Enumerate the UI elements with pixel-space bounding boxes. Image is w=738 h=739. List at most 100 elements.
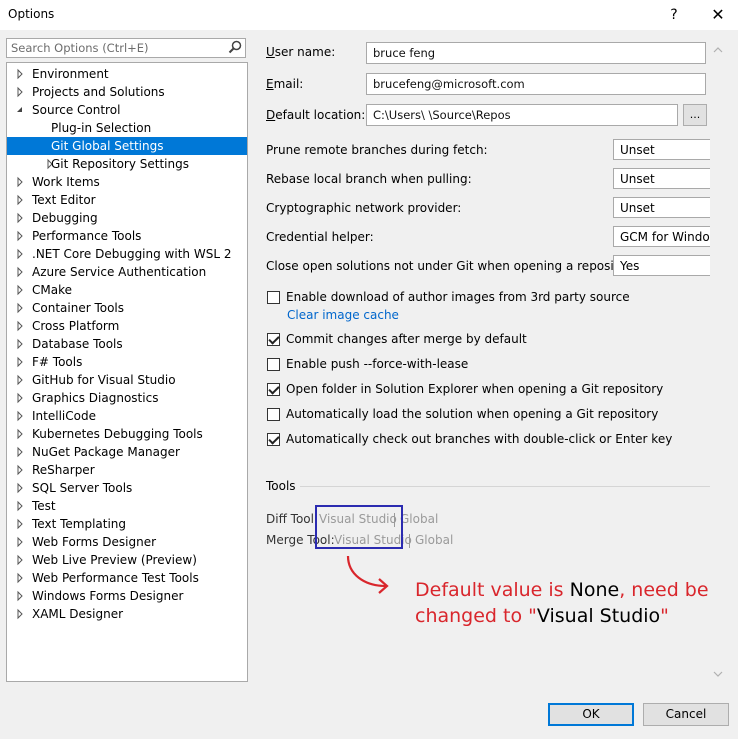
browse-button[interactable]: ... [683, 104, 707, 126]
checkbox-label[interactable]: Automatically check out branches with do… [286, 432, 672, 446]
checkbox[interactable] [267, 291, 280, 304]
checkbox-label[interactable]: Enable push --force-with-lease [286, 357, 468, 371]
tree-item[interactable]: Source Control [7, 101, 247, 119]
checkbox-label[interactable]: Automatically load the solution when ope… [286, 407, 658, 421]
tree-item[interactable]: F# Tools [7, 353, 247, 371]
tree-item-label: Projects and Solutions [32, 85, 165, 99]
collapsed-arrow-icon[interactable] [15, 317, 25, 335]
tree-item[interactable]: Git Global Settings [7, 137, 247, 155]
collapsed-arrow-icon[interactable] [15, 425, 25, 443]
tree-item[interactable]: .NET Core Debugging with WSL 2 [7, 245, 247, 263]
cancel-button[interactable]: Cancel [643, 703, 729, 726]
checkbox[interactable] [267, 433, 280, 446]
search-input[interactable] [7, 39, 225, 57]
collapsed-arrow-icon[interactable] [15, 551, 25, 569]
collapsed-arrow-icon[interactable] [15, 173, 25, 191]
credential-select[interactable]: GCM for Windows [613, 226, 710, 247]
collapsed-arrow-icon[interactable] [15, 461, 25, 479]
collapsed-arrow-icon[interactable] [15, 65, 25, 83]
search-icon[interactable] [228, 40, 242, 54]
collapsed-arrow-icon[interactable] [15, 245, 25, 263]
checkbox-label[interactable]: Open folder in Solution Explorer when op… [286, 382, 663, 396]
clear-image-cache-link[interactable]: Clear image cache [287, 308, 399, 322]
merge-tool-global[interactable]: Global [415, 533, 453, 547]
collapsed-arrow-icon[interactable] [15, 209, 25, 227]
prune-select[interactable]: Unset [613, 139, 710, 160]
collapsed-arrow-icon[interactable] [15, 389, 25, 407]
collapsed-arrow-icon[interactable] [15, 515, 25, 533]
tree-item[interactable]: GitHub for Visual Studio [7, 371, 247, 389]
tools-divider [300, 486, 710, 487]
collapsed-arrow-icon[interactable] [15, 533, 25, 551]
tree-item[interactable]: Azure Service Authentication [7, 263, 247, 281]
tree-item[interactable]: Web Forms Designer [7, 533, 247, 551]
tree-item-label: CMake [32, 283, 72, 297]
tree-item[interactable]: Text Templating [7, 515, 247, 533]
close-open-select[interactable]: Yes [613, 255, 710, 276]
collapsed-arrow-icon[interactable] [15, 407, 25, 425]
collapsed-arrow-icon[interactable] [15, 569, 25, 587]
tree-item[interactable]: Container Tools [7, 299, 247, 317]
tree-item[interactable]: ReSharper [7, 461, 247, 479]
collapsed-arrow-icon[interactable] [15, 299, 25, 317]
tree-item[interactable]: Web Live Preview (Preview) [7, 551, 247, 569]
tree-item[interactable]: NuGet Package Manager [7, 443, 247, 461]
collapsed-arrow-icon[interactable] [15, 587, 25, 605]
scroll-down-icon[interactable] [713, 670, 723, 678]
checkbox-label[interactable]: Commit changes after merge by default [286, 332, 527, 346]
checkbox[interactable] [267, 333, 280, 346]
ok-button[interactable]: OK [548, 703, 634, 726]
expanded-arrow-icon[interactable] [15, 101, 25, 119]
collapsed-arrow-icon[interactable] [15, 497, 25, 515]
tree-item[interactable]: XAML Designer [7, 605, 247, 623]
tree-item[interactable]: Test [7, 497, 247, 515]
tree-item[interactable]: Text Editor [7, 191, 247, 209]
tree-item[interactable]: Web Performance Test Tools [7, 569, 247, 587]
crypto-select[interactable]: Unset [613, 197, 710, 218]
tree-item[interactable]: Projects and Solutions [7, 83, 247, 101]
rebase-select[interactable]: Unset [613, 168, 710, 189]
tree-item[interactable]: Graphics Diagnostics [7, 389, 247, 407]
help-button[interactable]: ? [664, 5, 684, 25]
collapsed-arrow-icon[interactable] [15, 83, 25, 101]
checkbox-label[interactable]: Enable download of author images from 3r… [286, 290, 630, 304]
tree-item[interactable]: SQL Server Tools [7, 479, 247, 497]
collapsed-arrow-icon[interactable] [15, 227, 25, 245]
collapsed-arrow-icon[interactable] [15, 353, 25, 371]
scroll-up-icon[interactable] [713, 46, 723, 54]
tree-item[interactable]: Cross Platform [7, 317, 247, 335]
checkbox[interactable] [267, 408, 280, 421]
collapsed-arrow-icon[interactable] [15, 443, 25, 461]
collapsed-arrow-icon[interactable] [15, 281, 25, 299]
diff-tool-global[interactable]: Global [400, 512, 438, 526]
collapsed-arrow-icon[interactable] [15, 371, 25, 389]
tree-item[interactable]: Git Repository Settings [7, 155, 247, 173]
tree-item[interactable]: Windows Forms Designer [7, 587, 247, 605]
tree-item[interactable]: Environment [7, 65, 247, 83]
options-tree[interactable]: Environment Projects and Solutions Source … [6, 62, 248, 682]
tree-item[interactable]: Plug-in Selection [7, 119, 247, 137]
close-button[interactable]: ✕ [706, 5, 730, 25]
email-field[interactable]: brucefeng@microsoft.com [366, 73, 706, 95]
user-name-field[interactable]: bruce feng [366, 42, 706, 64]
collapsed-arrow-icon[interactable] [15, 263, 25, 281]
tree-item[interactable]: Work Items [7, 173, 247, 191]
search-box[interactable] [6, 38, 246, 58]
title-bar [0, 0, 738, 30]
tree-item[interactable]: Debugging [7, 209, 247, 227]
checkbox[interactable] [267, 383, 280, 396]
tree-item[interactable]: Kubernetes Debugging Tools [7, 425, 247, 443]
collapsed-arrow-icon[interactable] [15, 605, 25, 623]
tree-item-label: Web Performance Test Tools [32, 571, 199, 585]
tree-item-label: .NET Core Debugging with WSL 2 [32, 247, 232, 261]
checkbox[interactable] [267, 358, 280, 371]
collapsed-arrow-icon[interactable] [15, 335, 25, 353]
tree-item[interactable]: CMake [7, 281, 247, 299]
tree-item[interactable]: IntelliCode [7, 407, 247, 425]
collapsed-arrow-icon[interactable] [15, 479, 25, 497]
tree-item[interactable]: Database Tools [7, 335, 247, 353]
email-label: Email: [266, 77, 304, 91]
default-location-field[interactable]: C:\Users\ \Source\Repos [366, 104, 678, 126]
collapsed-arrow-icon[interactable] [15, 191, 25, 209]
tree-item[interactable]: Performance Tools [7, 227, 247, 245]
